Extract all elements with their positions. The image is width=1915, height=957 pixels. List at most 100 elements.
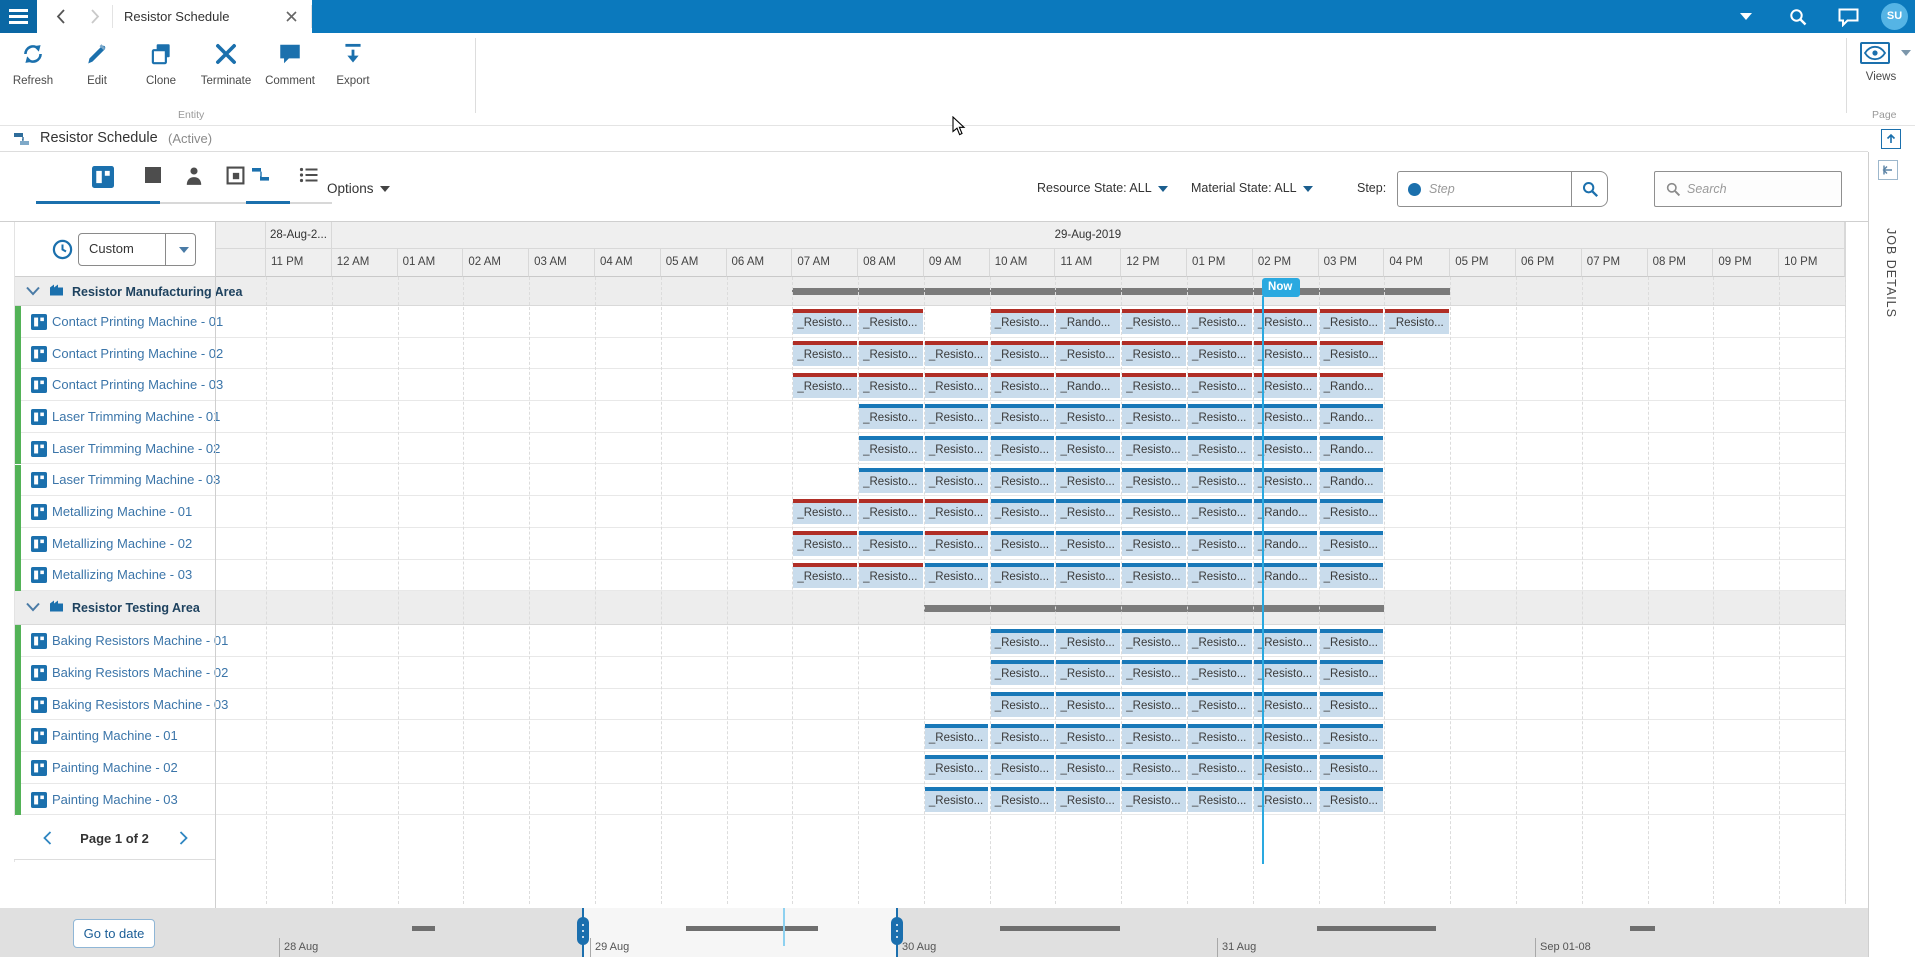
task-bar[interactable]: _Resisto...	[991, 309, 1055, 334]
task-bar[interactable]: _Resisto...	[793, 373, 857, 398]
refresh-button[interactable]: Refresh	[2, 41, 64, 107]
clone-button[interactable]: Clone	[130, 41, 192, 107]
mini-range-handle-end[interactable]	[891, 917, 903, 945]
task-bar[interactable]: _Resisto...	[1188, 499, 1252, 524]
collapse-chevron-icon[interactable]	[25, 599, 41, 617]
task-bar[interactable]: _Resisto...	[859, 404, 923, 429]
tab-gantt-mode[interactable]	[246, 166, 276, 196]
task-bar[interactable]: _Rando...	[1320, 468, 1384, 493]
task-bar[interactable]: _Resisto...	[859, 468, 923, 493]
task-bar[interactable]: _Resisto...	[925, 436, 989, 461]
task-bar[interactable]: _Rando...	[1320, 436, 1384, 461]
mini-timeline-window[interactable]	[583, 908, 897, 957]
task-bar[interactable]: _Resisto...	[925, 531, 989, 556]
task-bar[interactable]: _Resisto...	[1056, 787, 1120, 812]
task-bar[interactable]: _Resisto...	[1188, 309, 1252, 334]
collapse-chevron-icon[interactable]	[25, 283, 41, 301]
task-bar[interactable]: _Resisto...	[1188, 436, 1252, 461]
task-bar[interactable]: _Resisto...	[859, 373, 923, 398]
task-bar[interactable]: _Resisto...	[1122, 724, 1186, 749]
task-bar[interactable]: _Resisto...	[1122, 531, 1186, 556]
task-bar[interactable]: _Resisto...	[1188, 755, 1252, 780]
close-tab-icon[interactable]	[285, 10, 298, 23]
task-bar[interactable]: _Resisto...	[1056, 629, 1120, 654]
task-bar[interactable]: _Resisto...	[991, 755, 1055, 780]
topbar-dropdown-caret-icon[interactable]	[1740, 13, 1752, 21]
task-bar[interactable]: _Resisto...	[1320, 341, 1384, 366]
global-search-icon[interactable]	[1788, 7, 1808, 27]
options-menu[interactable]: Options	[327, 181, 390, 196]
task-bar[interactable]: _Rando...	[1320, 373, 1384, 398]
task-bar[interactable]: _Resisto...	[793, 499, 857, 524]
task-bar[interactable]: _Resisto...	[793, 531, 857, 556]
task-bar[interactable]: _Resisto...	[1122, 563, 1186, 588]
task-bar[interactable]: _Resisto...	[1122, 660, 1186, 685]
task-bar[interactable]: _Resisto...	[1320, 724, 1384, 749]
task-bar[interactable]: _Resisto...	[925, 755, 989, 780]
task-bar[interactable]: _Resisto...	[991, 724, 1055, 749]
task-bar[interactable]: _Resisto...	[991, 436, 1055, 461]
next-page-icon[interactable]	[178, 830, 189, 846]
task-bar[interactable]: _Resisto...	[925, 499, 989, 524]
tab-material-view[interactable]	[138, 166, 168, 196]
tab-resistor-schedule[interactable]: Resistor Schedule	[124, 0, 230, 33]
back-arrow-icon[interactable]	[55, 8, 67, 25]
task-bar[interactable]: _Resisto...	[991, 660, 1055, 685]
task-bar[interactable]: _Resisto...	[925, 373, 989, 398]
task-bar[interactable]: _Resisto...	[1320, 692, 1384, 717]
task-bar[interactable]: _Resisto...	[1122, 755, 1186, 780]
task-bar[interactable]: _Resisto...	[1122, 787, 1186, 812]
task-bar[interactable]: _Resisto...	[793, 563, 857, 588]
task-bar[interactable]: _Resisto...	[1056, 755, 1120, 780]
task-bar[interactable]: _Resisto...	[925, 563, 989, 588]
task-bar[interactable]: _Resisto...	[991, 629, 1055, 654]
task-bar[interactable]: _Resisto...	[1320, 563, 1384, 588]
task-bar[interactable]: _Resisto...	[859, 563, 923, 588]
terminate-button[interactable]: Terminate	[195, 41, 257, 107]
task-bar[interactable]: _Resisto...	[1385, 309, 1449, 334]
task-bar[interactable]: _Resisto...	[1122, 629, 1186, 654]
task-bar[interactable]: _Resisto...	[1320, 499, 1384, 524]
comment-button[interactable]: Comment	[259, 41, 321, 107]
task-bar[interactable]: _Resisto...	[1188, 341, 1252, 366]
task-bar[interactable]: _Resisto...	[1320, 755, 1384, 780]
task-bar[interactable]: _Resisto...	[991, 373, 1055, 398]
user-avatar[interactable]: SU	[1881, 3, 1908, 30]
task-bar[interactable]: _Resisto...	[1122, 468, 1186, 493]
task-bar[interactable]: _Resisto...	[1188, 373, 1252, 398]
resource-row-baking-resistors-machine-02[interactable]: Baking Resistors Machine - 02	[14, 657, 1845, 689]
task-bar[interactable]: _Resisto...	[1320, 629, 1384, 654]
time-preset-dropdown[interactable]: Custom	[78, 233, 196, 266]
task-bar[interactable]: _Rando...	[1056, 373, 1120, 398]
task-bar[interactable]: _Resisto...	[1122, 436, 1186, 461]
task-bar[interactable]: _Resisto...	[1122, 341, 1186, 366]
task-bar[interactable]: _Resisto...	[793, 341, 857, 366]
task-bar[interactable]: _Resisto...	[1188, 724, 1252, 749]
task-bar[interactable]: _Resisto...	[925, 787, 989, 812]
task-bar[interactable]: _Resisto...	[1056, 468, 1120, 493]
task-bar[interactable]: _Resisto...	[1056, 563, 1120, 588]
task-bar[interactable]: _Resisto...	[1056, 404, 1120, 429]
task-bar[interactable]: _Resisto...	[1122, 373, 1186, 398]
task-bar[interactable]: _Resisto...	[925, 468, 989, 493]
task-bar[interactable]: _Resisto...	[991, 499, 1055, 524]
task-bar[interactable]: _Resisto...	[991, 404, 1055, 429]
task-bar[interactable]: _Resisto...	[1188, 692, 1252, 717]
task-bar[interactable]: _Resisto...	[991, 692, 1055, 717]
resource-state-filter[interactable]: Resource State: ALL	[1037, 181, 1168, 195]
resource-row-contact-printing-machine-01[interactable]: Contact Printing Machine - 01	[14, 306, 1845, 338]
task-bar[interactable]: _Resisto...	[925, 724, 989, 749]
task-bar[interactable]: _Resisto...	[1056, 499, 1120, 524]
task-bar[interactable]: _Resisto...	[1122, 692, 1186, 717]
task-bar[interactable]: _Resisto...	[1320, 660, 1384, 685]
task-bar[interactable]: _Resisto...	[1056, 724, 1120, 749]
task-bar[interactable]: _Resisto...	[1188, 787, 1252, 812]
task-bar[interactable]: _Resisto...	[1188, 531, 1252, 556]
task-bar[interactable]: _Resisto...	[991, 531, 1055, 556]
mini-range-handle-start[interactable]	[577, 917, 589, 945]
task-bar[interactable]: _Resisto...	[1056, 341, 1120, 366]
task-bar[interactable]: _Resisto...	[859, 499, 923, 524]
task-bar[interactable]: _Resisto...	[925, 404, 989, 429]
task-bar[interactable]: _Resisto...	[925, 341, 989, 366]
task-bar[interactable]: _Resisto...	[1188, 629, 1252, 654]
